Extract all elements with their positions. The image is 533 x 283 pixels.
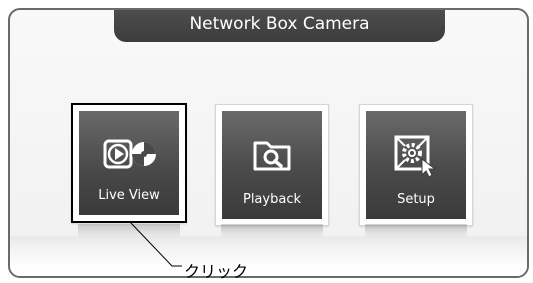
callout-line [129,221,182,267]
click-annotation: クリック [184,262,249,281]
